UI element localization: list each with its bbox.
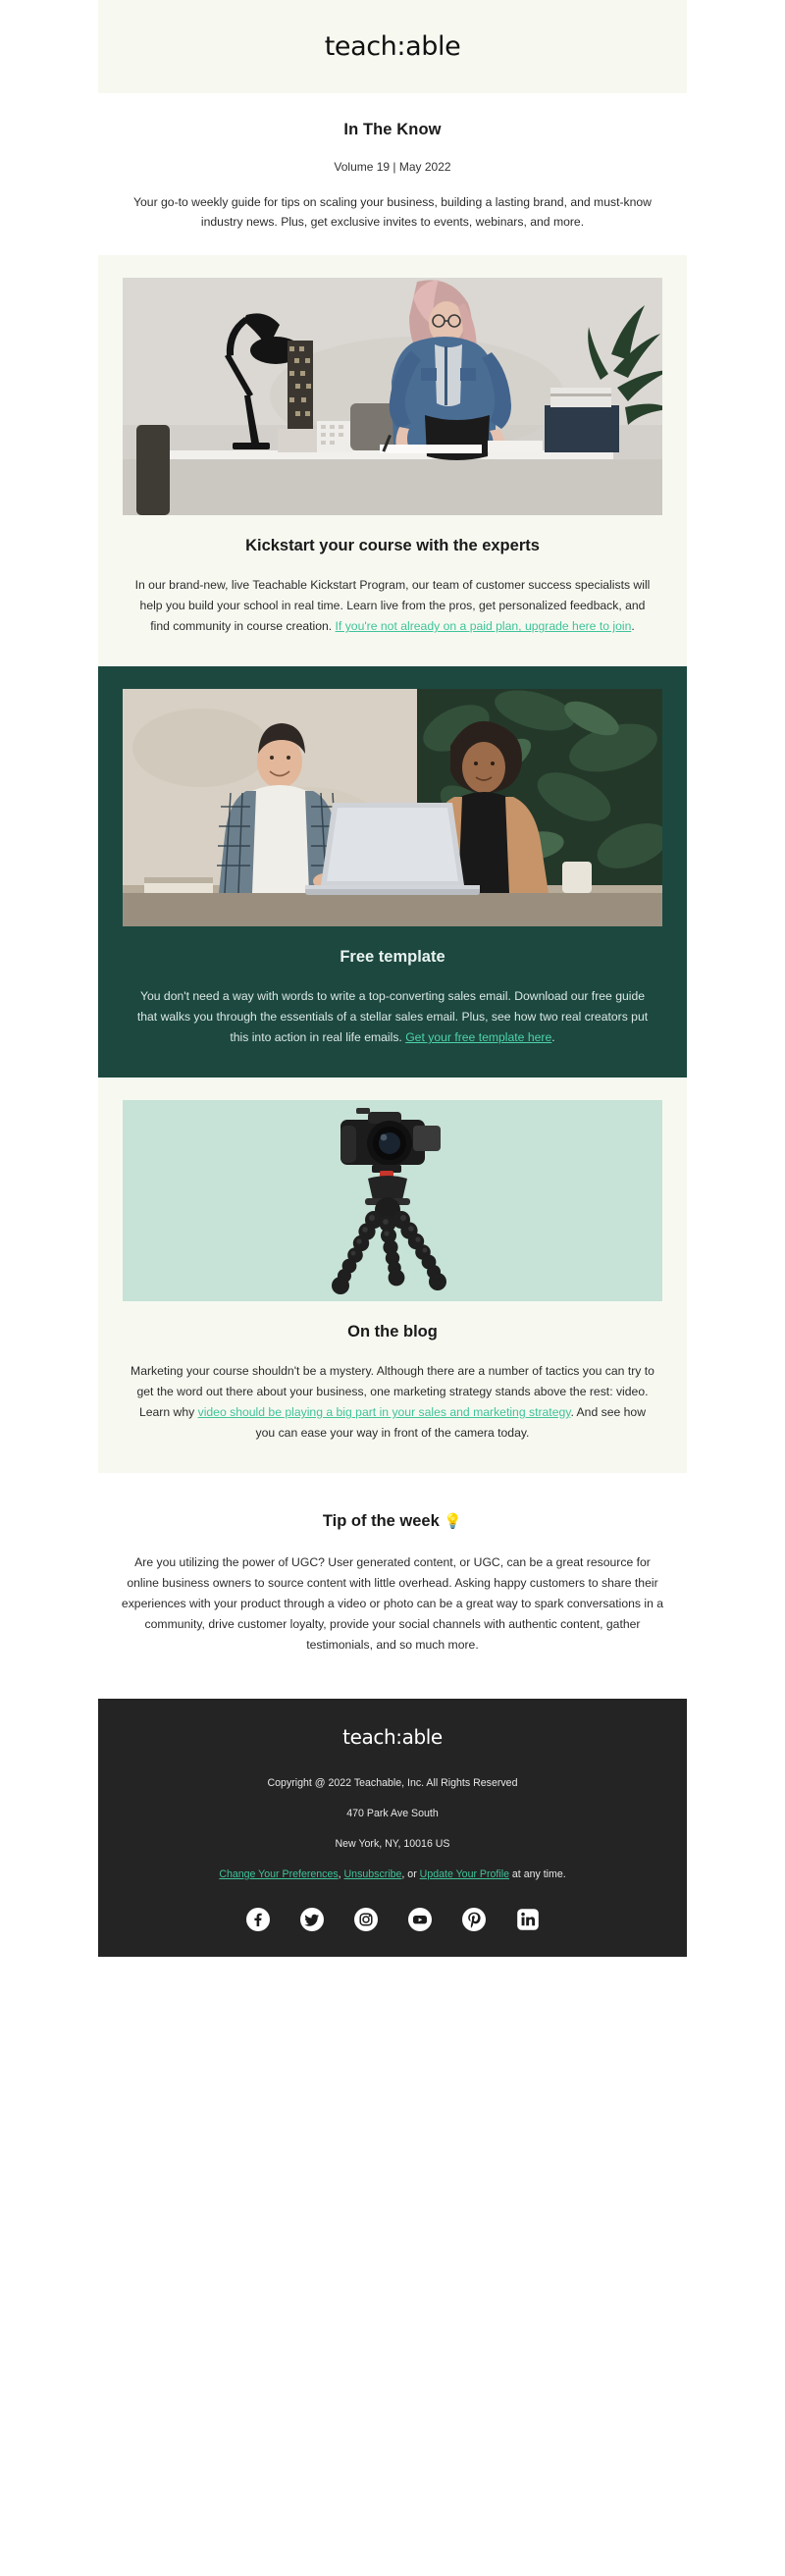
pinterest-glyph bbox=[461, 1908, 486, 1932]
newsletter-description: Your go-to weekly guide for tips on scal… bbox=[133, 195, 652, 230]
section-on-the-blog-link[interactable]: video should be playing a big part in yo… bbox=[198, 1405, 571, 1419]
section-on-the-blog-body: On the blog Marketing your course should… bbox=[98, 1301, 687, 1473]
social-links-row bbox=[98, 1908, 687, 1932]
newsletter-title: In The Know bbox=[343, 121, 442, 138]
section-on-the-blog-image-wrap bbox=[98, 1078, 687, 1302]
office-scene-illustration bbox=[123, 278, 662, 516]
section-free-template-image-wrap bbox=[98, 666, 687, 927]
camera-tripod-graphic bbox=[123, 1100, 662, 1302]
section-free-template-heading: Free template bbox=[340, 948, 445, 967]
footer-address-line-2: New York, NY, 10016 US bbox=[335, 1837, 450, 1850]
youtube-glyph bbox=[407, 1908, 432, 1932]
footer-links-row: Change Your Preferences, Unsubscribe, or… bbox=[98, 1867, 687, 1882]
footer-copyright: Copyright @ 2022 Teachable, Inc. All Rig… bbox=[267, 1777, 518, 1790]
section-free-template-body: Free template You don't need a way with … bbox=[98, 926, 687, 1078]
twitter-glyph bbox=[299, 1908, 324, 1932]
section-tip-of-the-week: Tip of the week 💡 Are you utilizing the … bbox=[98, 1473, 687, 1656]
newsletter-volume: Volume 19 | May 2022 bbox=[334, 160, 451, 174]
email-page: teach:able In The Know Volume 19 | May 2… bbox=[0, 0, 785, 1958]
section-kickstart-body: Kickstart your course with the experts I… bbox=[98, 515, 687, 666]
section-on-the-blog: On the blog Marketing your course should… bbox=[98, 1078, 687, 1474]
header-logo-band: teach:able bbox=[98, 0, 687, 93]
pinterest-icon[interactable] bbox=[461, 1908, 486, 1932]
section-kickstart-text-after: . bbox=[631, 619, 635, 634]
tip-heading-row: Tip of the week 💡 bbox=[98, 1512, 687, 1531]
tip-heading: Tip of the week bbox=[322, 1512, 440, 1531]
section-free-template-text-after: . bbox=[551, 1030, 555, 1045]
intro-section: In The Know Volume 19 | May 2022 Your go… bbox=[98, 93, 687, 233]
change-preferences-link[interactable]: Change Your Preferences bbox=[219, 1868, 338, 1880]
twitter-icon[interactable] bbox=[299, 1908, 324, 1932]
lightbulb-icon: 💡 bbox=[444, 1513, 463, 1531]
update-profile-link[interactable]: Update Your Profile bbox=[420, 1868, 509, 1880]
woman-standing-at-desk-photo bbox=[123, 278, 662, 516]
footer-sep-2: , or bbox=[401, 1867, 420, 1880]
instagram-glyph bbox=[353, 1908, 378, 1932]
section-on-the-blog-heading: On the blog bbox=[347, 1323, 438, 1341]
section-kickstart-image-wrap bbox=[98, 255, 687, 516]
linkedin-icon[interactable] bbox=[516, 1908, 540, 1931]
collaboration-scene-illustration bbox=[123, 689, 662, 927]
camera-on-tripod-illustration bbox=[123, 1100, 662, 1302]
section-on-the-blog-paragraph: Marketing your course shouldn't be a mys… bbox=[130, 1361, 655, 1444]
section-kickstart-paragraph: In our brand-new, live Teachable Kicksta… bbox=[130, 575, 655, 637]
section-free-template: Free template You don't need a way with … bbox=[98, 666, 687, 1078]
section-kickstart-heading: Kickstart your course with the experts bbox=[245, 537, 540, 555]
section-kickstart: Kickstart your course with the experts I… bbox=[98, 255, 687, 667]
tip-paragraph: Are you utilizing the power of UGC? User… bbox=[121, 1555, 664, 1653]
footer-teachable-logo: teach:able bbox=[342, 1725, 443, 1750]
section-free-template-link[interactable]: Get your free template here bbox=[405, 1030, 551, 1044]
facebook-icon[interactable] bbox=[245, 1908, 270, 1932]
youtube-icon[interactable] bbox=[407, 1908, 432, 1932]
header-logo-band-wrap: teach:able bbox=[98, 0, 687, 93]
instagram-icon[interactable] bbox=[353, 1908, 378, 1932]
facebook-glyph bbox=[245, 1908, 270, 1932]
teachable-logo: teach:able bbox=[324, 31, 461, 62]
two-people-at-laptop-photo bbox=[123, 689, 662, 927]
email-footer: teach:able Copyright @ 2022 Teachable, I… bbox=[98, 1699, 687, 1958]
footer-tail-text: at any time. bbox=[508, 1867, 566, 1880]
linkedin-glyph bbox=[516, 1909, 539, 1931]
section-free-template-text-before: You don't need a way with words to write… bbox=[136, 989, 649, 1045]
section-kickstart-link[interactable]: If you're not already on a paid plan, up… bbox=[336, 619, 632, 633]
unsubscribe-link[interactable]: Unsubscribe bbox=[344, 1868, 402, 1880]
footer-address-line-1: 470 Park Ave South bbox=[346, 1807, 439, 1819]
section-free-template-paragraph: You don't need a way with words to write… bbox=[130, 986, 655, 1048]
